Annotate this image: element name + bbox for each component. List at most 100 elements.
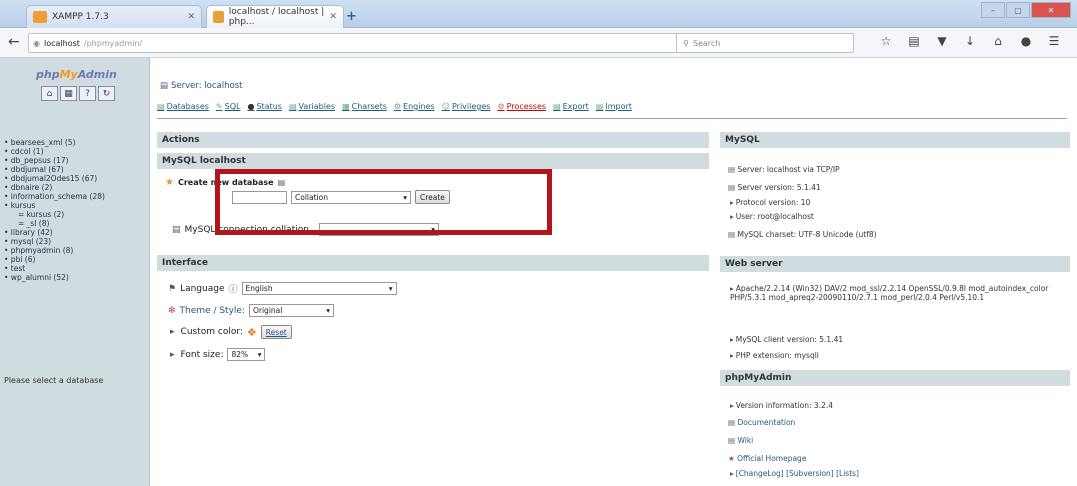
- collation-icon: ▤: [172, 224, 181, 235]
- tab-label: XAMPP 1.7.3: [52, 12, 109, 22]
- server-icon: ▤: [728, 183, 736, 192]
- database-item[interactable]: • mysql (23): [4, 237, 105, 246]
- font-size-select[interactable]: 82% ▾: [227, 348, 266, 361]
- database-item[interactable]: • dbdjumal (67): [4, 165, 105, 174]
- tab-status[interactable]: ● Status: [247, 102, 281, 111]
- homepage-link[interactable]: Official Homepage: [737, 454, 806, 463]
- url-bar[interactable]: ◉ localhost/phpmyadmin/ ↻: [28, 33, 698, 53]
- theme-value: Original: [252, 306, 283, 315]
- database-item[interactable]: • wp_alumni (52): [4, 273, 105, 282]
- theme-select[interactable]: Original ▾: [248, 304, 334, 317]
- import-icon: ▤: [595, 102, 604, 111]
- close-icon[interactable]: ✕: [187, 12, 195, 22]
- bullet-icon: ▸: [730, 198, 734, 207]
- close-icon[interactable]: ✕: [329, 12, 337, 22]
- database-item[interactable]: • kursus: [4, 201, 105, 210]
- palette-icon[interactable]: ❖: [247, 326, 257, 339]
- maximize-button[interactable]: ▢: [1006, 2, 1030, 18]
- toolbar-icons: ☆ ▤ ▼ ↓ ⌂ ● ☰: [878, 34, 1062, 52]
- extension-icon[interactable]: ●: [1018, 34, 1034, 52]
- new-database-icon: ★: [165, 177, 174, 188]
- font-size-label: Font size:: [180, 349, 224, 360]
- theme-row: ✻ Theme / Style: Original ▾: [168, 304, 334, 317]
- language-icon: ⚑: [168, 283, 177, 294]
- tab-export[interactable]: ▤ Export: [553, 102, 589, 111]
- database-subitem[interactable]: = _sl (8): [4, 219, 105, 228]
- database-item[interactable]: • phpmyadmin (8): [4, 246, 105, 255]
- variables-icon: ▤: [288, 102, 297, 111]
- bullet-icon: ▸: [730, 469, 734, 478]
- database-item[interactable]: • library (42): [4, 228, 105, 237]
- window-close-button[interactable]: ✕: [1031, 2, 1071, 18]
- database-item[interactable]: • bearsees_xml (5): [4, 138, 105, 147]
- docs-icon[interactable]: ?: [79, 86, 96, 101]
- tab-label: Charsets: [351, 102, 387, 111]
- tab-variables[interactable]: ▤ Variables: [289, 102, 335, 111]
- actions-header: Actions: [157, 132, 709, 148]
- tab-processes[interactable]: ⚙ Processes: [497, 102, 546, 111]
- database-item[interactable]: • dbdjumal2Odes15 (67): [4, 174, 105, 183]
- reset-button[interactable]: Reset: [260, 325, 292, 339]
- mysql-info: User: root@localhost: [735, 212, 814, 221]
- tab-phpmyadmin[interactable]: localhost / localhost | php... ✕: [206, 5, 344, 28]
- database-item[interactable]: • cdcol (1): [4, 147, 105, 156]
- bullet-icon: ▸: [730, 401, 734, 410]
- home-icon[interactable]: ⌂: [41, 86, 58, 101]
- pma-info: Version information: 3.2.4: [735, 401, 834, 410]
- web-server-info: MySQL client version: 5.1.41: [735, 335, 844, 344]
- server-icon: ▤: [160, 81, 169, 91]
- chevron-down-icon: ▾: [257, 350, 262, 359]
- tab-import[interactable]: ▤ Import: [596, 102, 632, 111]
- window-controls: – ▢ ✕: [981, 2, 1071, 18]
- tab-label: Privileges: [451, 102, 491, 111]
- tab-sql[interactable]: ✎ SQL: [216, 102, 241, 111]
- breadcrumb[interactable]: ▤ Server: localhost: [160, 81, 242, 91]
- minimize-button[interactable]: –: [981, 2, 1005, 18]
- database-subitem[interactable]: = kursus (2): [4, 210, 105, 219]
- new-tab-button[interactable]: +: [346, 9, 364, 24]
- engines-icon: ⚙: [393, 102, 402, 111]
- database-item[interactable]: • test: [4, 264, 105, 273]
- changelog-links[interactable]: [ChangeLog] [Subversion] [Lists]: [736, 469, 859, 478]
- documentation-link[interactable]: Documentation: [737, 418, 795, 427]
- tab-label: Status: [256, 102, 282, 111]
- home-icon[interactable]: ⌂: [990, 34, 1006, 52]
- web-server-info: Apache/2.2.14 (Win32) DAV/2 mod_ssl/2.2.…: [730, 284, 1049, 302]
- menu-icon[interactable]: ☰: [1046, 34, 1062, 52]
- web-server-info: PHP extension: mysqli: [735, 351, 819, 360]
- info-icon: ⓘ: [228, 285, 238, 295]
- mysql-header: MySQL: [720, 132, 1070, 148]
- main-frame: ▤ Server: localhost ▤ Databases ✎ SQL ● Sta…: [150, 58, 1077, 486]
- reload-icon[interactable]: ↻: [98, 86, 115, 101]
- clipboard-icon[interactable]: ▤: [906, 34, 922, 52]
- theme-label[interactable]: Theme / Style:: [180, 306, 245, 316]
- language-select[interactable]: English ▾: [241, 282, 397, 295]
- bullet-icon: ▸: [730, 335, 734, 344]
- tab-label: Processes: [506, 102, 547, 111]
- mysql-version-item: ▤ Server version: 5.1.41: [728, 183, 821, 192]
- chevron-down-icon: ▾: [326, 306, 330, 315]
- bullet-icon: ▸: [730, 284, 734, 293]
- database-item[interactable]: • dbnaire (2): [4, 183, 105, 192]
- database-item[interactable]: • pbi (6): [4, 255, 105, 264]
- tab-privileges[interactable]: ☺ Privileges: [442, 102, 491, 111]
- tab-engines[interactable]: ⚙ Engines: [394, 102, 435, 111]
- download-icon[interactable]: ↓: [962, 34, 978, 52]
- logo-part: Admin: [77, 68, 117, 81]
- wiki-link[interactable]: Wiki: [737, 436, 753, 445]
- tab-label: Variables: [298, 102, 336, 111]
- bookmark-star-icon[interactable]: ☆: [878, 34, 894, 52]
- sql-icon[interactable]: ▦: [60, 86, 77, 101]
- search-input[interactable]: ⚲ Search: [676, 33, 854, 53]
- pocket-icon[interactable]: ▼: [934, 34, 950, 52]
- logo-part: php: [36, 68, 60, 81]
- phpmyadmin-logo[interactable]: phpMyAdmin: [36, 68, 117, 81]
- tab-xampp[interactable]: XAMPP 1.7.3 ✕: [26, 5, 202, 28]
- database-item[interactable]: • information_schema (28): [4, 192, 105, 201]
- tab-databases[interactable]: ▤ Databases: [157, 102, 209, 111]
- mysql-info: Protocol version: 10: [735, 198, 811, 207]
- tab-charsets[interactable]: ▦ Charsets: [342, 102, 387, 111]
- back-arrow-icon[interactable]: ←: [8, 34, 28, 52]
- tab-label: Import: [605, 102, 632, 111]
- database-item[interactable]: • db_pepsus (17): [4, 156, 105, 165]
